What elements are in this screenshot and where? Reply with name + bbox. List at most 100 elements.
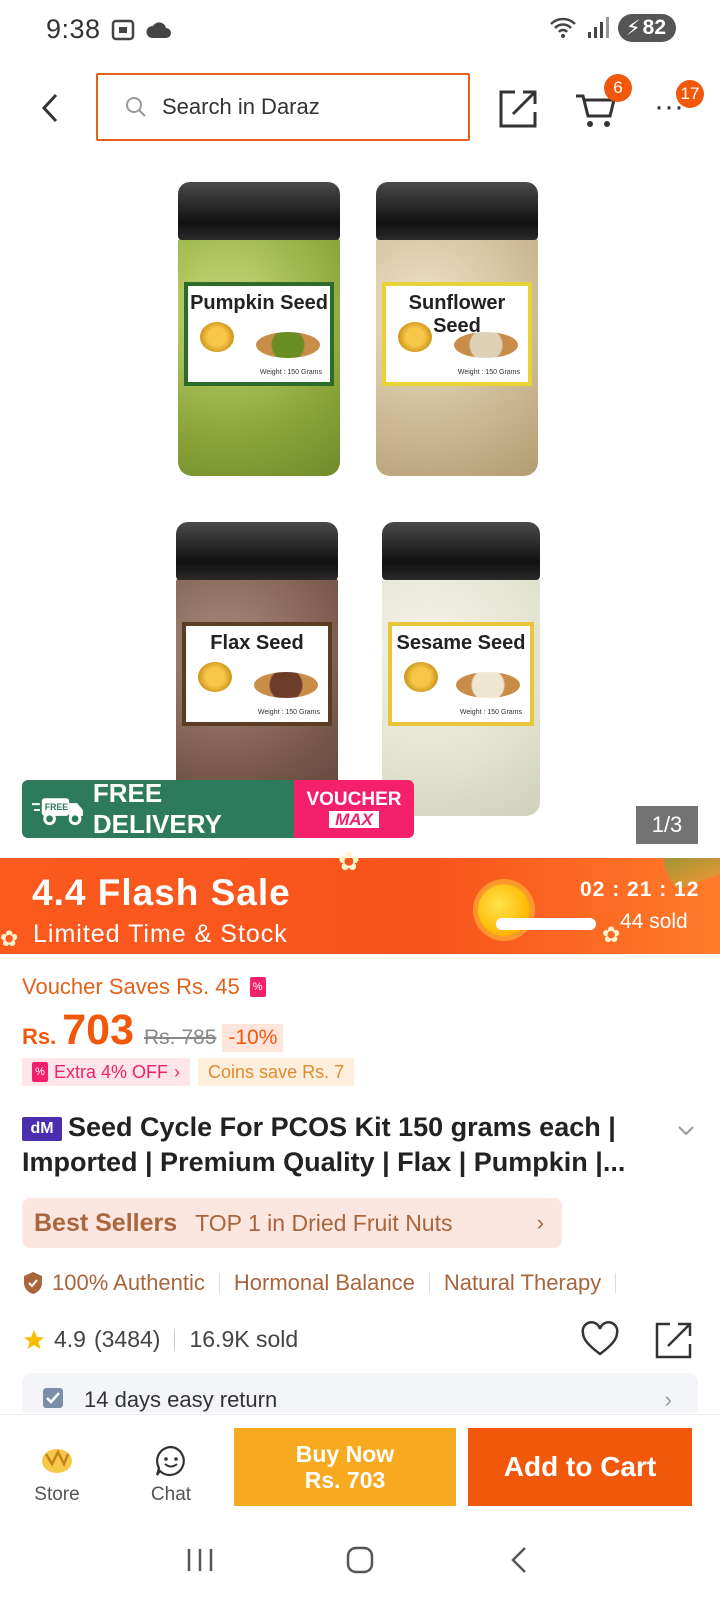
jar-weight: Weight : 150 Grams [259,369,322,376]
best-sellers-banner[interactable]: Best Sellers TOP 1 in Dried Fruit Nuts › [22,1198,562,1248]
status-right: ⚡ 82 [548,14,676,42]
screenshot-icon [111,19,135,41]
buy-now-label: Buy Now [295,1441,395,1467]
home-icon [346,1546,374,1573]
sesame-seed-jar: Sesame Seed Weight : 150 Grams [382,522,540,816]
chevron-right-icon: › [664,1387,672,1412]
store-logo-icon [42,1449,72,1473]
product-title[interactable]: dM Seed Cycle For PCOS Kit 150 grams each… [22,1110,672,1180]
voucher-max-tag: VOUCHER MAX [294,780,414,838]
share-icon [655,1322,692,1359]
product-image-gallery[interactable]: Pumpkin Seed Weight : 150 Grams Sunflowe… [0,160,720,850]
add-to-cart-button[interactable]: Add to Cart [468,1428,692,1506]
free-delivery-voucher-banner[interactable]: FREE FREE DELIVERY VOUCHER MAX [22,780,414,838]
divider [428,1273,430,1293]
shield-check-icon [24,1272,42,1294]
buy-now-button[interactable]: Buy Now Rs. 703 [234,1428,456,1506]
brand-logo [198,662,232,692]
current-price: 703 [62,1006,134,1054]
brand-logo [398,322,432,352]
jar-weight: Weight : 150 Grams [459,709,522,716]
chevron-right-icon: › [174,1061,181,1082]
recent-apps-button[interactable] [185,1545,215,1580]
chevron-left-icon [41,93,58,123]
tag-item: Natural Therapy [443,1270,602,1295]
promo-row: % Extra 4% OFF › Coins save Rs. 7 [22,1058,355,1086]
extra-off-text: Extra 4% OFF [54,1061,169,1082]
pumpkin-seed-jar: Pumpkin Seed Weight : 150 Grams [178,182,340,476]
search-placeholder: Search in Daraz [162,94,320,119]
return-policy-row[interactable]: 14 days easy return › [22,1373,698,1413]
flash-sale-timer: 02 : 21 : 12 [580,878,700,901]
flax-seed-jar: Flax Seed Weight : 150 Grams [176,522,338,816]
cart-button[interactable]: 6 [574,74,632,130]
share-button[interactable] [497,86,541,130]
signal-icon [587,17,609,38]
status-notification-icons [110,18,172,42]
flower-decoration-icon: ✿ [0,926,19,951]
extra-off-promo[interactable]: % Extra 4% OFF › [22,1058,191,1086]
share-icon [499,90,537,128]
sunflower-seed-jar: Sunflower Seed Weight : 150 Grams [376,182,538,476]
home-button[interactable] [345,1545,375,1580]
rating-row[interactable]: 4.9 (3484) 16.9K sold [22,1326,298,1353]
coins-save-text: Coins save Rs. 7 [208,1061,345,1082]
store-button[interactable]: Store [26,1444,88,1506]
status-time: 9:38 [46,14,101,44]
price-row: Rs. 703 Rs. 785 -10% [22,1006,284,1055]
divider [615,1273,617,1293]
sold-count: 16.9K sold [189,1326,299,1352]
expand-title-button[interactable] [676,1124,696,1143]
system-navigation-bar [0,1524,720,1600]
battery-bolt-icon: ⚡ [625,16,641,40]
wifi-icon [550,17,576,38]
back-icon [511,1546,526,1573]
checkbox-icon [43,1388,63,1408]
more-button[interactable]: ··· 17 [654,80,704,130]
battery-indicator: ⚡ 82 [617,14,676,42]
brand-logo [200,322,234,352]
free-delivery-text: FREE DELIVERY [92,780,222,838]
jar-label: Pumpkin Seed [190,292,328,314]
tag-item: 100% Authentic [52,1270,205,1295]
product-tags[interactable]: 100% Authentic Hormonal Balance Natural … [22,1270,630,1296]
recent-apps-icon [187,1548,213,1571]
best-sellers-rank: TOP 1 in Dried Fruit Nuts [195,1209,453,1236]
flower-decoration-icon: ✿ [602,922,621,947]
star-icon [24,1329,44,1349]
jar-weight: Weight : 150 Grams [257,709,320,716]
flower-decoration-icon: ✿ [338,846,360,876]
chat-button[interactable]: Chat [140,1444,202,1506]
dm-badge: dM [22,1116,62,1141]
chevron-down-icon [678,1126,694,1136]
original-price: Rs. 785 [144,1026,217,1049]
heart-icon [581,1321,619,1356]
review-count: (3484) [93,1326,161,1352]
voucher-icon: % [249,977,266,997]
search-input[interactable]: Search in Daraz [96,73,470,141]
flash-sale-subtitle: Limited Time & Stock [33,920,288,948]
back-button[interactable] [28,86,72,130]
cart-count-badge: 6 [604,74,632,102]
jar-label: Flax Seed [210,632,304,654]
flash-sale-title: 4.4 Flash Sale [32,872,291,913]
chat-icon [155,1445,185,1476]
wishlist-button[interactable] [580,1320,620,1365]
brand-logo [404,662,438,692]
return-policy-text: 14 days easy return [84,1387,278,1412]
jar-label: Sesame Seed [396,632,526,654]
voucher-saves[interactable]: Voucher Saves Rs. 45 % [22,974,266,1000]
system-back-button[interactable] [505,1545,535,1580]
buy-now-price: Rs. 703 [304,1467,386,1493]
delivery-truck-icon: FREE [32,798,83,826]
share-product-button[interactable] [654,1320,694,1365]
search-icon [126,97,146,117]
rating-value: 4.9 [54,1326,86,1352]
image-counter: 1/3 [636,806,698,844]
free-delivery-tag: FREE FREE DELIVERY [22,780,294,838]
flash-sold-count: 44 sold [620,910,688,933]
chat-label: Chat [150,1484,192,1505]
more-count-badge: 17 [676,80,704,108]
voucher-max-text: MAX [329,811,379,828]
product-title-text: Seed Cycle For PCOS Kit 150 grams each |… [22,1112,626,1177]
